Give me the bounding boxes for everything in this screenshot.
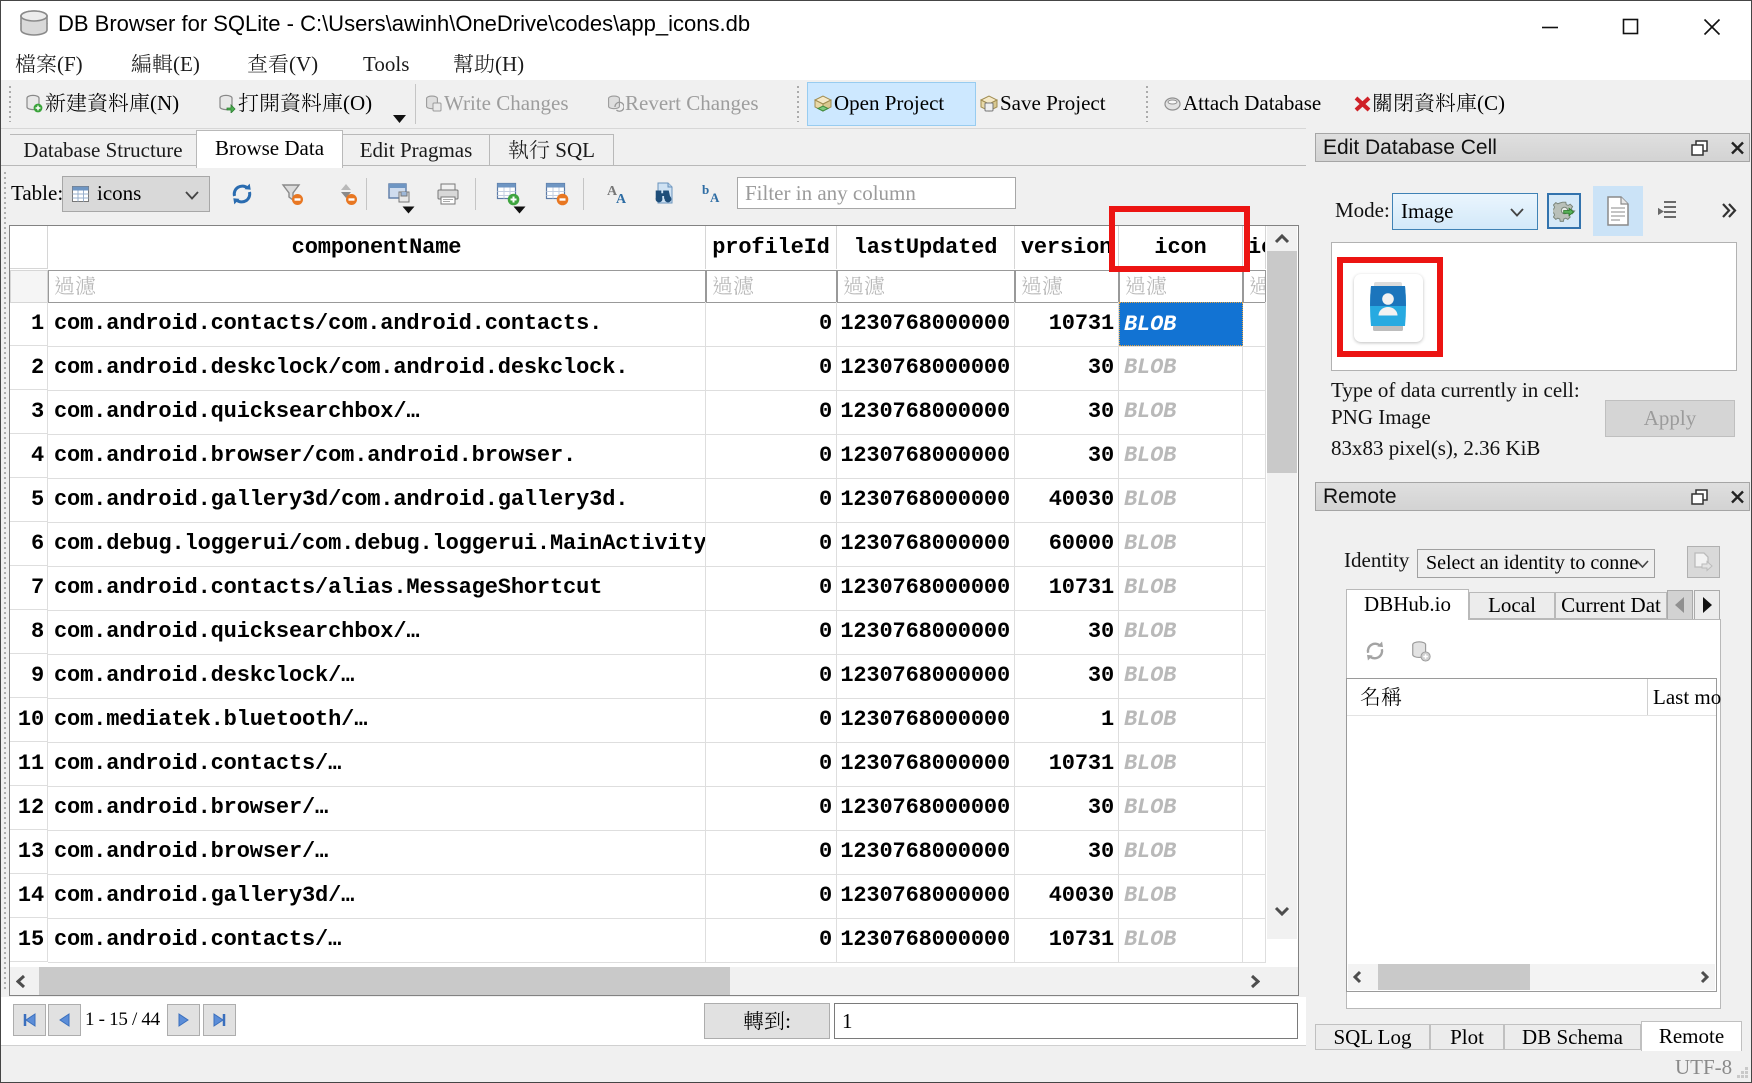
svg-text:A: A	[616, 192, 627, 206]
svg-text:A: A	[710, 190, 720, 205]
svg-text:b: b	[702, 182, 709, 197]
